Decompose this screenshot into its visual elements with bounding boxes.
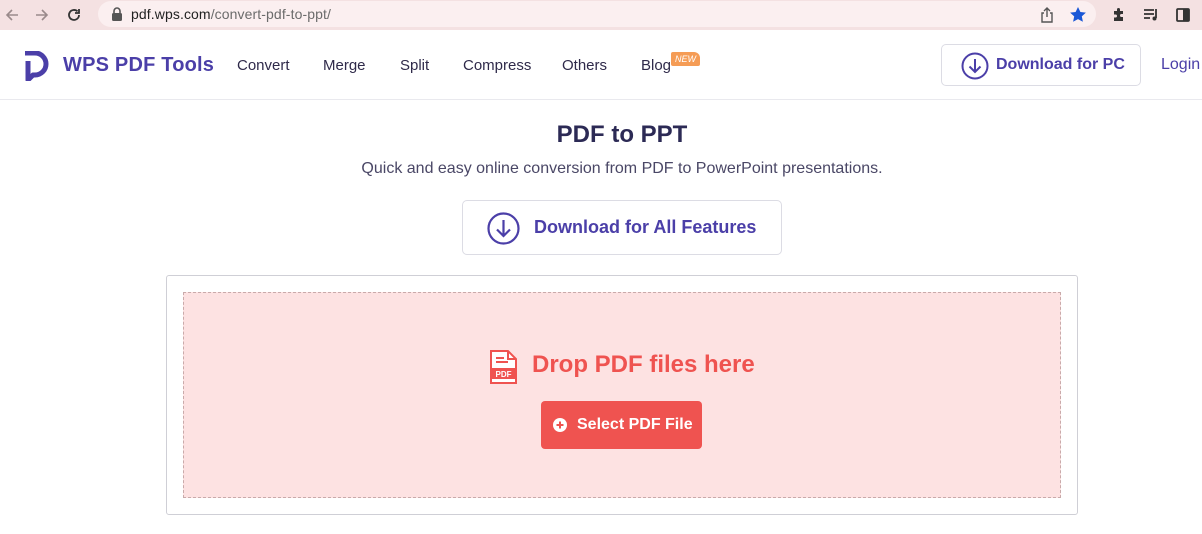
drop-files-text: Drop PDF files here xyxy=(532,351,755,378)
lock-icon[interactable] xyxy=(111,7,123,21)
select-pdf-file-button[interactable]: Select PDF File xyxy=(541,401,702,449)
url-text[interactable]: pdf.wps.com/convert-pdf-to-ppt/ xyxy=(131,6,331,22)
browser-toolbar: pdf.wps.com/convert-pdf-to-ppt/ xyxy=(0,0,1202,30)
nav-others[interactable]: Others xyxy=(562,57,607,74)
download-circle-icon xyxy=(487,212,520,245)
select-pdf-file-label: Select PDF File xyxy=(577,416,693,433)
forward-icon[interactable] xyxy=(32,5,52,25)
url-path: /convert-pdf-to-ppt/ xyxy=(210,6,331,22)
download-all-features-label: Download for All Features xyxy=(534,217,757,237)
reload-icon[interactable] xyxy=(64,5,84,25)
plus-circle-icon xyxy=(552,417,568,433)
logo-text[interactable]: WPS PDF Tools xyxy=(63,54,214,77)
back-icon[interactable] xyxy=(2,5,22,25)
share-icon[interactable] xyxy=(1037,5,1057,25)
new-badge: NEW xyxy=(671,52,700,66)
nav-blog[interactable]: Blog xyxy=(641,57,671,74)
pdf-icon-text: PDF xyxy=(496,370,512,379)
download-for-pc-button[interactable]: Download for PC xyxy=(941,44,1141,86)
download-all-features-button[interactable]: Download for All Features xyxy=(462,200,782,255)
nav-split[interactable]: Split xyxy=(400,57,429,74)
nav-convert[interactable]: Convert xyxy=(237,57,290,74)
wps-logo-icon[interactable] xyxy=(22,50,50,83)
download-for-pc-label: Download for PC xyxy=(996,56,1125,73)
login-link[interactable]: Login xyxy=(1161,56,1200,74)
url-host: pdf.wps.com xyxy=(131,6,211,22)
bookmark-star-icon[interactable] xyxy=(1068,5,1088,25)
nav-merge[interactable]: Merge xyxy=(323,57,366,74)
reading-list-icon[interactable] xyxy=(1141,5,1161,25)
site-header: WPS PDF Tools Convert Merge Split Compre… xyxy=(0,30,1202,100)
download-circle-icon xyxy=(961,52,989,80)
page-subtitle: Quick and easy online conversion from PD… xyxy=(361,160,883,177)
drop-zone[interactable] xyxy=(183,292,1061,498)
pdf-file-icon: PDF xyxy=(488,350,518,384)
sidebar-icon[interactable] xyxy=(1173,5,1193,25)
nav-compress[interactable]: Compress xyxy=(463,57,531,74)
extensions-icon[interactable] xyxy=(1109,5,1129,25)
page-title: PDF to PPT xyxy=(556,121,688,148)
